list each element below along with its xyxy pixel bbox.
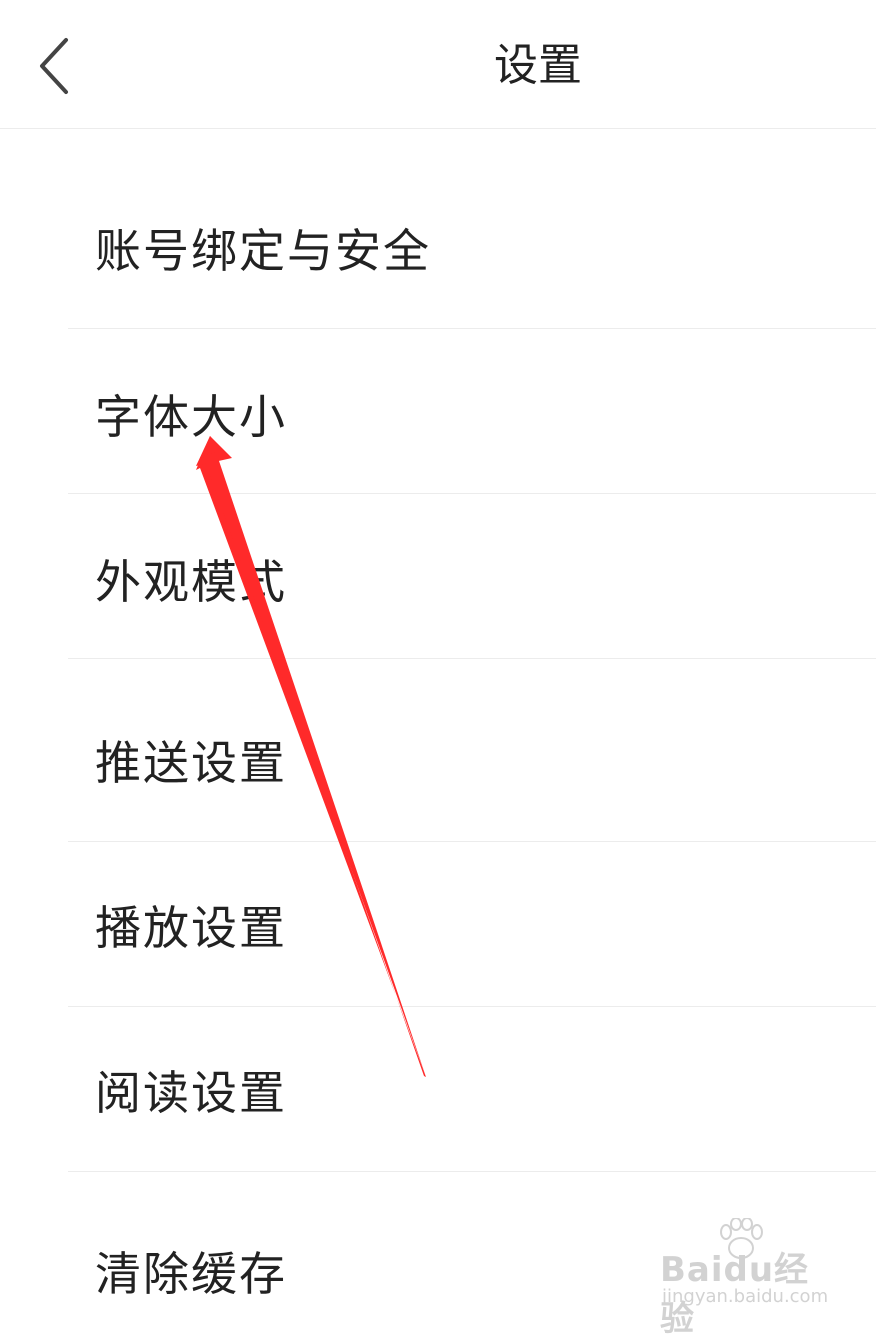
menu-item-playback-settings[interactable]: 播放设置 bbox=[0, 842, 876, 1007]
menu-item-label: 账号绑定与安全 bbox=[95, 224, 431, 278]
settings-menu-list: 账号绑定与安全 字体大小 外观模式 推送设置 播放设置 阅读设置 清除缓存 bbox=[0, 129, 876, 1332]
menu-item-label: 播放设置 bbox=[95, 901, 287, 955]
menu-item-label: 清除缓存 bbox=[95, 1247, 287, 1301]
watermark-url: jingyan.baidu.com bbox=[662, 1286, 829, 1307]
menu-item-label: 阅读设置 bbox=[95, 1066, 287, 1120]
settings-page: 设置 账号绑定与安全 字体大小 外观模式 推送设置 播放设置 阅读设置 清除缓存 bbox=[0, 0, 876, 1336]
menu-item-account-security[interactable]: 账号绑定与安全 bbox=[0, 129, 876, 329]
menu-item-push-settings[interactable]: 推送设置 bbox=[0, 659, 876, 842]
menu-item-label: 推送设置 bbox=[95, 736, 287, 790]
top-navigation-bar: 设置 bbox=[0, 0, 876, 129]
page-title: 设置 bbox=[494, 40, 582, 91]
menu-item-appearance-mode[interactable]: 外观模式 bbox=[0, 494, 876, 659]
baidu-jingyan-watermark: Baidu经验 jingyan.baidu.com bbox=[660, 1218, 830, 1336]
menu-item-reading-settings[interactable]: 阅读设置 bbox=[0, 1007, 876, 1172]
menu-item-label: 字体大小 bbox=[95, 390, 287, 444]
menu-item-label: 外观模式 bbox=[95, 555, 287, 609]
menu-item-font-size[interactable]: 字体大小 bbox=[0, 329, 876, 494]
